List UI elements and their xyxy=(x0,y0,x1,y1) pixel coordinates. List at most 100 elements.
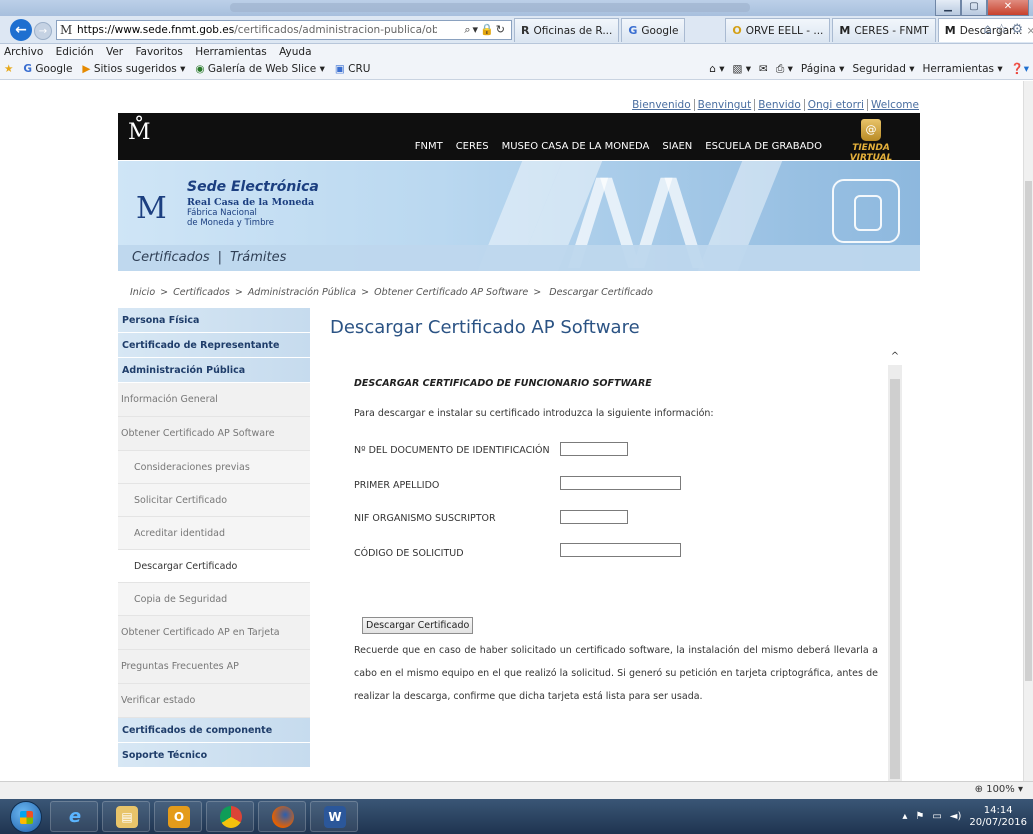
menu-archivo[interactable]: Archivo xyxy=(4,46,43,58)
request-code-input[interactable] xyxy=(560,543,681,557)
system-clock[interactable]: 14:14 20/07/2016 xyxy=(969,805,1027,829)
crumb-certificados[interactable]: Certificados xyxy=(173,287,230,298)
fav-cru[interactable]: ▣ CRU xyxy=(335,60,371,79)
lang-ca[interactable]: Benvingut xyxy=(693,99,752,111)
subnav-certificados[interactable]: Certificados xyxy=(132,250,210,265)
sidebar-item-obtener-software[interactable]: Obtener Certificado AP Software xyxy=(118,417,310,451)
address-url[interactable]: https://www.sede.fnmt.gob.es/certificado… xyxy=(77,24,437,36)
menu-herramientas-toolbar[interactable]: Herramientas ▾ xyxy=(923,60,1003,79)
tray-flag-icon[interactable]: ⚑ xyxy=(915,811,924,822)
minimize-button[interactable]: ▁ xyxy=(935,0,961,16)
network-icon[interactable]: ▭ xyxy=(932,811,941,822)
fav-label: Galería de Web Slice ▾ xyxy=(207,63,325,75)
taskbar-file-explorer[interactable]: ▤ xyxy=(102,801,150,832)
tray-chevron-icon[interactable]: ▴ xyxy=(902,811,907,822)
tab-favicon-icon: R xyxy=(521,23,530,37)
system-tray: ▴ ⚑ ▭ ◄) 14:14 20/07/2016 xyxy=(902,799,1027,834)
back-button[interactable]: ← xyxy=(10,19,32,41)
topnav-escuela[interactable]: ESCUELA DE GRABADO xyxy=(705,141,822,152)
sidebar-item-admin-publica[interactable]: Administración Pública xyxy=(118,358,310,383)
sidebar-item-obtener-tarjeta[interactable]: Obtener Certificado AP en Tarjeta xyxy=(118,616,310,650)
volume-icon[interactable]: ◄) xyxy=(950,811,962,822)
language-links: Bienvenido Benvingut Benvido Ongi etorri Wel… xyxy=(629,99,919,111)
menu-pagina[interactable]: Página ▾ xyxy=(801,60,845,79)
sidebar-item-componente[interactable]: Certificados de componente xyxy=(118,718,310,743)
lang-gl[interactable]: Benvido xyxy=(754,99,801,111)
descargar-certificado-button[interactable]: Descargar Certificado xyxy=(362,617,474,634)
menu-herramientas[interactable]: Herramientas xyxy=(195,46,267,58)
taskbar-chrome[interactable] xyxy=(206,801,254,832)
menu-seguridad[interactable]: Seguridad ▾ xyxy=(852,60,914,79)
tab-close-icon[interactable]: × xyxy=(1027,20,1033,42)
taskbar-firefox[interactable] xyxy=(258,801,306,832)
taskbar-internet-explorer[interactable]: e xyxy=(50,801,98,832)
sidebar-item-info-general[interactable]: Información General xyxy=(118,383,310,417)
tab-oficinas[interactable]: R Oficinas de R... xyxy=(514,18,620,42)
print-icon[interactable]: ⎙ ▾ xyxy=(776,60,793,79)
outlook-icon: O xyxy=(168,806,190,828)
address-tools[interactable]: ⌕▾🔒↻ xyxy=(464,23,507,37)
fnmt-crest-logo[interactable]: M̊ xyxy=(128,119,151,147)
home-icon[interactable]: ⌂ ▾ xyxy=(709,60,724,79)
taskbar-outlook[interactable]: O xyxy=(154,801,202,832)
mail-icon[interactable]: ✉ xyxy=(759,60,768,79)
tab-google[interactable]: G Google xyxy=(621,18,686,42)
favorites-star-icon[interactable]: ★ xyxy=(4,60,13,79)
sidebar-item-representante[interactable]: Certificado de Representante xyxy=(118,333,310,358)
sidebar-item-solicitar[interactable]: Solicitar Certificado xyxy=(118,484,310,517)
zoom-control[interactable]: ⊕ 100% ▾ xyxy=(975,784,1023,795)
lang-en[interactable]: Welcome xyxy=(866,99,919,111)
fav-google[interactable]: G Google xyxy=(23,60,72,79)
word-icon: W xyxy=(324,806,346,828)
menu-edicion[interactable]: Edición xyxy=(56,46,94,58)
lang-eu[interactable]: Ongi etorri xyxy=(803,99,864,111)
lang-es[interactable]: Bienvenido xyxy=(632,99,691,111)
crumb-obtener[interactable]: Obtener Certificado AP Software xyxy=(374,287,528,298)
sede-line3: de Moneda y Timbre xyxy=(187,218,275,228)
tab-ceres[interactable]: M CERES - FNMT xyxy=(832,18,936,42)
topnav-siaen[interactable]: SIAEN xyxy=(662,141,692,152)
menu-ver[interactable]: Ver xyxy=(106,46,123,58)
notice-text: Recuerde que en caso de haber solicitado… xyxy=(354,645,878,702)
scroll-up-icon[interactable]: ^ xyxy=(888,349,902,365)
topnav-fnmt[interactable]: FNMT xyxy=(415,141,443,152)
panel-scrollbar[interactable]: ^ xyxy=(888,349,902,781)
forward-button[interactable]: → xyxy=(34,22,52,40)
sidebar-item-verificar[interactable]: Verificar estado xyxy=(118,684,310,718)
crumb-admin-publica[interactable]: Administración Pública xyxy=(248,287,356,298)
subnav-tramites[interactable]: Trámites xyxy=(230,250,286,265)
sidebar-item-soporte[interactable]: Soporte Técnico xyxy=(118,743,310,768)
sidebar-item-preguntas[interactable]: Preguntas Frecuentes AP xyxy=(118,650,310,684)
sidebar-item-copia-seguridad[interactable]: Copia de Seguridad xyxy=(118,583,310,616)
home-favorites-settings-icons[interactable]: ⌂☆⚙ xyxy=(983,22,1027,37)
nif-input[interactable] xyxy=(560,510,628,524)
menu-ayuda[interactable]: Ayuda xyxy=(279,46,311,58)
fav-sitios-sugeridos[interactable]: ▶ Sitios sugeridos ▾ xyxy=(82,60,185,79)
scroll-thumb[interactable] xyxy=(890,379,900,779)
fav-web-slice[interactable]: ◉ Galería de Web Slice ▾ xyxy=(195,60,325,79)
surname-input[interactable] xyxy=(560,476,681,490)
sidebar-item-descargar[interactable]: Descargar Certificado xyxy=(118,550,310,583)
maximize-button[interactable]: ▢ xyxy=(961,0,987,16)
tab-orve[interactable]: O ORVE EELL - ... xyxy=(725,18,831,42)
page-scrollbar[interactable] xyxy=(1023,81,1033,781)
menu-favoritos[interactable]: Favoritos xyxy=(135,46,182,58)
help-icon[interactable]: ❓▾ xyxy=(1011,60,1029,79)
fnmt-logo-icon[interactable]: M xyxy=(136,179,167,239)
topnav-ceres[interactable]: CERES xyxy=(456,141,489,152)
sidebar-item-acreditar[interactable]: Acreditar identidad xyxy=(118,517,310,550)
topnav-museo[interactable]: MUSEO CASA DE LA MONEDA xyxy=(502,141,650,152)
sede-line1: Real Casa de la Moneda xyxy=(187,197,315,208)
close-window-button[interactable]: ✕ xyxy=(987,0,1029,16)
doc-number-input[interactable] xyxy=(560,442,628,456)
start-button[interactable] xyxy=(10,801,42,833)
sidebar-item-persona-fisica[interactable]: Persona Física xyxy=(118,308,310,333)
taskbar-word[interactable]: W xyxy=(310,801,358,832)
sidebar-item-consideraciones[interactable]: Consideraciones previas xyxy=(118,451,310,484)
page-scroll-thumb[interactable] xyxy=(1025,181,1032,681)
fnmt-crest-icon: M xyxy=(60,23,73,37)
crumb-inicio[interactable]: Inicio xyxy=(130,287,155,298)
tienda-virtual-link[interactable]: @ TIENDA VIRTUAL xyxy=(830,119,912,163)
address-bar[interactable]: M https://www.sede.fnmt.gob.es/certifica… xyxy=(56,20,512,40)
feeds-icon[interactable]: ▧ ▾ xyxy=(733,60,752,79)
